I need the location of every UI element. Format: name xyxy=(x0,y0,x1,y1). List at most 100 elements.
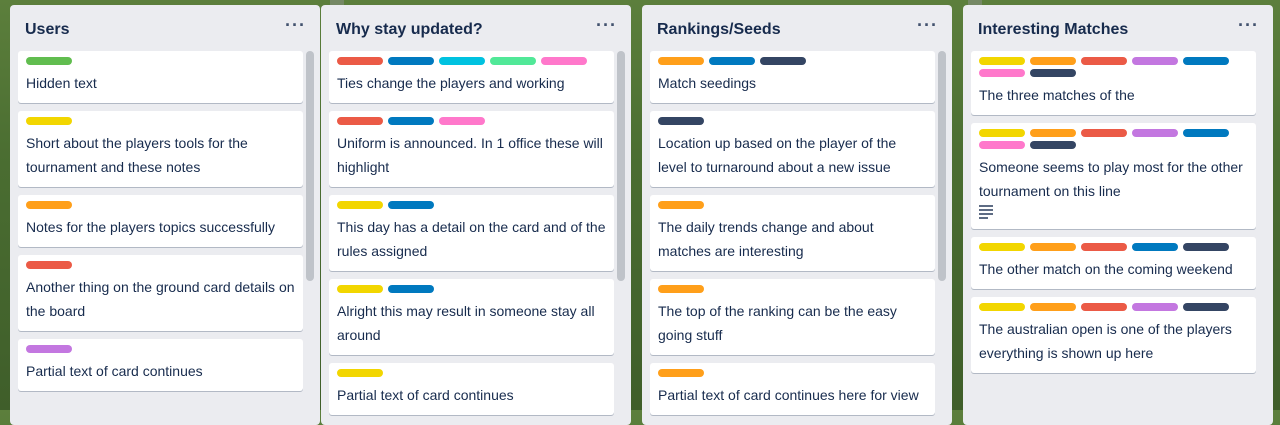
card[interactable]: Notes for the players topics successfull… xyxy=(18,195,303,247)
card-title: The australian open is one of the player… xyxy=(979,321,1232,361)
card-labels xyxy=(26,261,295,269)
label-yellow[interactable] xyxy=(979,129,1025,137)
label-orange[interactable] xyxy=(658,285,704,293)
label-purple[interactable] xyxy=(1132,303,1178,311)
card-title: Partial text of card continues xyxy=(26,363,203,379)
label-navy[interactable] xyxy=(1183,243,1229,251)
card[interactable]: Short about the players tools for the to… xyxy=(18,111,303,187)
label-blue[interactable] xyxy=(388,57,434,65)
label-purple[interactable] xyxy=(1132,129,1178,137)
label-red[interactable] xyxy=(337,117,383,125)
card[interactable]: The australian open is one of the player… xyxy=(971,297,1256,373)
card[interactable]: Partial text of card continues here for … xyxy=(650,363,935,415)
card-title: The other match on the coming weekend xyxy=(979,261,1233,277)
label-yellow[interactable] xyxy=(337,369,383,377)
list-1: Why stay updated? ··· Ties change the play… xyxy=(321,5,631,425)
label-blue[interactable] xyxy=(388,201,434,209)
card[interactable]: Someone seems to play most for the other… xyxy=(971,123,1256,229)
card[interactable]: This day has a detail on the card and of… xyxy=(329,195,614,271)
card-title: Partial text of card continues xyxy=(337,387,514,403)
card[interactable]: Hidden text xyxy=(18,51,303,103)
label-blue[interactable] xyxy=(709,57,755,65)
list-scrollbar[interactable] xyxy=(306,51,314,281)
card[interactable]: Partial text of card continues xyxy=(329,363,614,415)
label-pink[interactable] xyxy=(979,141,1025,149)
label-navy[interactable] xyxy=(1183,303,1229,311)
label-purple[interactable] xyxy=(1132,57,1178,65)
card-title: The top of the ranking can be the easy g… xyxy=(658,303,897,343)
list-menu-icon[interactable]: ··· xyxy=(1238,15,1259,36)
list-menu-icon[interactable]: ··· xyxy=(285,15,306,36)
list-title[interactable]: Users xyxy=(25,21,69,39)
label-blue[interactable] xyxy=(388,285,434,293)
label-yellow[interactable] xyxy=(337,201,383,209)
label-blue[interactable] xyxy=(1183,57,1229,65)
label-red[interactable] xyxy=(1081,303,1127,311)
list-menu-icon[interactable]: ··· xyxy=(917,15,938,36)
label-orange[interactable] xyxy=(26,201,72,209)
list-header: Interesting Matches ··· xyxy=(963,5,1273,51)
label-blue[interactable] xyxy=(388,117,434,125)
card[interactable]: Ties change the players and working xyxy=(329,51,614,103)
list-title[interactable]: Rankings/Seeds xyxy=(657,21,781,39)
label-red[interactable] xyxy=(337,57,383,65)
card[interactable]: The daily trends change and about matche… xyxy=(650,195,935,271)
card-title: Notes for the players topics successfull… xyxy=(26,219,275,235)
label-red[interactable] xyxy=(26,261,72,269)
label-lime[interactable] xyxy=(490,57,536,65)
card-labels xyxy=(658,369,927,377)
label-pink[interactable] xyxy=(979,69,1025,77)
card[interactable]: Location up based on the player of the l… xyxy=(650,111,935,187)
card-title: Partial text of card continues here for … xyxy=(658,387,919,403)
card[interactable]: Match seedings xyxy=(650,51,935,103)
label-orange[interactable] xyxy=(1030,243,1076,251)
card-labels xyxy=(979,129,1248,149)
label-pink[interactable] xyxy=(439,117,485,125)
label-sky[interactable] xyxy=(439,57,485,65)
list-scrollbar[interactable] xyxy=(617,51,625,281)
label-orange[interactable] xyxy=(658,201,704,209)
label-yellow[interactable] xyxy=(979,243,1025,251)
card-title: Short about the players tools for the to… xyxy=(26,135,248,175)
label-purple[interactable] xyxy=(26,345,72,353)
card-title: Another thing on the ground card details… xyxy=(26,279,295,319)
card[interactable]: Alright this may result in someone stay … xyxy=(329,279,614,355)
label-navy[interactable] xyxy=(760,57,806,65)
label-blue[interactable] xyxy=(1132,243,1178,251)
card-labels xyxy=(979,243,1248,251)
label-red[interactable] xyxy=(1081,243,1127,251)
card[interactable]: The other match on the coming weekend xyxy=(971,237,1256,289)
card-title: Match seedings xyxy=(658,75,757,91)
label-yellow[interactable] xyxy=(979,57,1025,65)
label-navy[interactable] xyxy=(658,117,704,125)
label-orange[interactable] xyxy=(658,57,704,65)
list-3: Interesting Matches ··· The three matches … xyxy=(963,5,1273,425)
card-title: Alright this may result in someone stay … xyxy=(337,303,595,343)
label-navy[interactable] xyxy=(1030,141,1076,149)
label-navy[interactable] xyxy=(1030,69,1076,77)
card[interactable]: Uniform is announced. In 1 office these … xyxy=(329,111,614,187)
label-orange[interactable] xyxy=(1030,129,1076,137)
label-pink[interactable] xyxy=(541,57,587,65)
list-scrollbar[interactable] xyxy=(938,51,946,281)
card-labels xyxy=(979,303,1248,311)
card[interactable]: Another thing on the ground card details… xyxy=(18,255,303,331)
card-list: The three matches of the Someone seems to… xyxy=(971,51,1256,381)
label-yellow[interactable] xyxy=(26,117,72,125)
label-orange[interactable] xyxy=(1030,303,1076,311)
label-orange[interactable] xyxy=(658,369,704,377)
list-title[interactable]: Why stay updated? xyxy=(336,21,483,39)
card[interactable]: The top of the ranking can be the easy g… xyxy=(650,279,935,355)
label-green[interactable] xyxy=(26,57,72,65)
label-yellow[interactable] xyxy=(337,285,383,293)
label-yellow[interactable] xyxy=(979,303,1025,311)
card[interactable]: The three matches of the xyxy=(971,51,1256,115)
list-0: Users ··· Hidden text Short about the playe… xyxy=(10,5,320,425)
label-red[interactable] xyxy=(1081,57,1127,65)
label-red[interactable] xyxy=(1081,129,1127,137)
list-menu-icon[interactable]: ··· xyxy=(596,15,617,36)
label-orange[interactable] xyxy=(1030,57,1076,65)
list-title[interactable]: Interesting Matches xyxy=(978,21,1128,39)
label-blue[interactable] xyxy=(1183,129,1229,137)
card[interactable]: Partial text of card continues xyxy=(18,339,303,391)
